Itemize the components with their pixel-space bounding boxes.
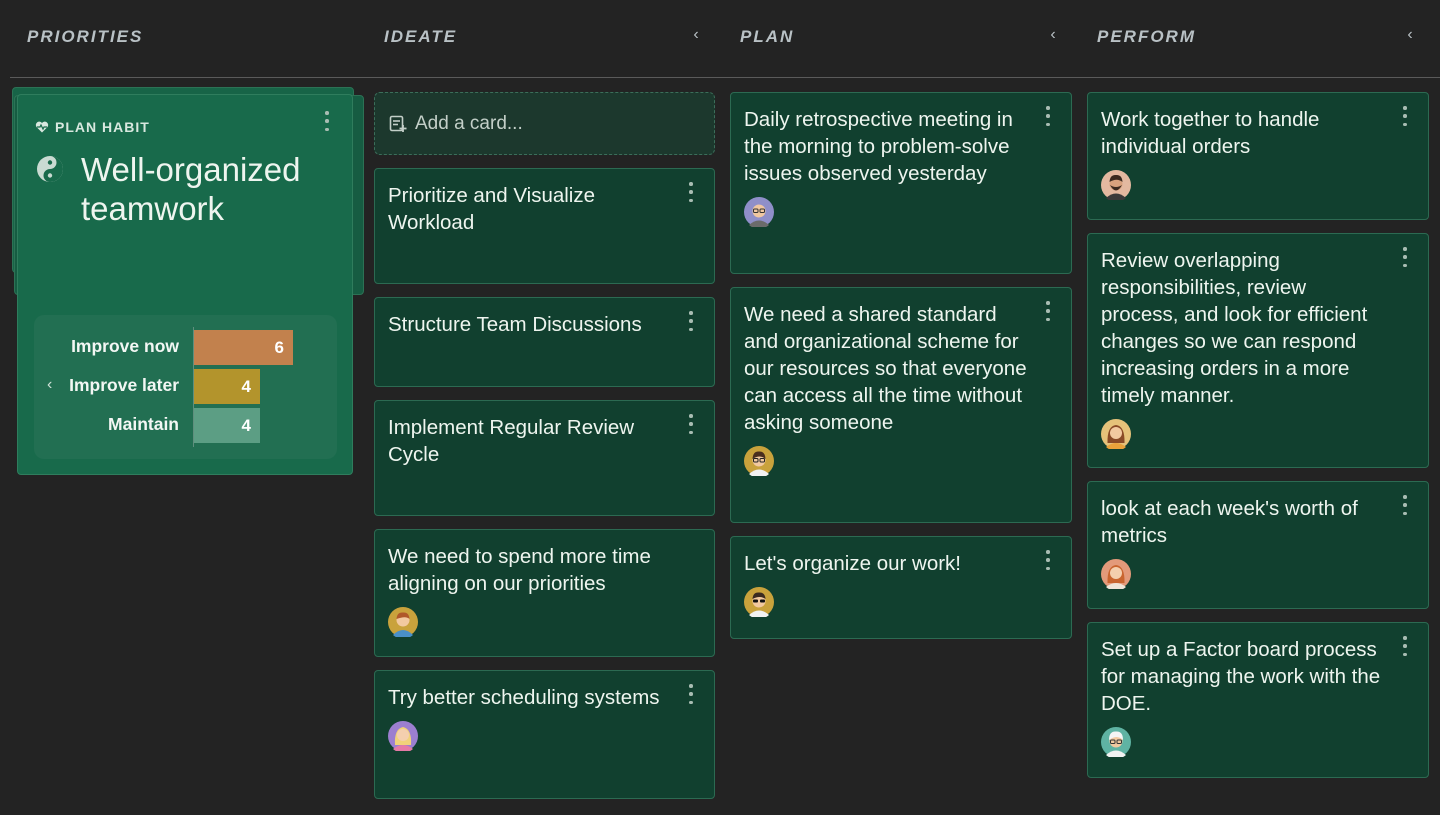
card-text: Prioritize and Visualize Workload (388, 184, 596, 234)
board-header: PRIORITIES IDEATE ‹ PLAN ‹ PERFORM ‹ (10, 0, 1440, 78)
card-text: We need to spend more time aligning on o… (388, 545, 651, 595)
avatar-man-glasses-bald-icon (744, 197, 774, 227)
habit-card[interactable]: PLAN HABIT Well-organized teamwork Impro… (17, 94, 353, 475)
heart-pulse-icon (35, 121, 49, 133)
card-text: Work together to handle individual order… (1101, 108, 1320, 158)
card-menu-kebab-icon[interactable] (1402, 247, 1408, 267)
idea-card[interactable]: Try better scheduling systems (374, 670, 715, 799)
perform-card[interactable]: look at each week's worth of metrics (1087, 481, 1429, 609)
avatar-man-beard-icon (1101, 170, 1131, 200)
card-menu-kebab-icon[interactable] (1402, 495, 1408, 515)
idea-card[interactable]: We need to spend more time aligning on o… (374, 529, 715, 657)
score-bar-improve-later: 4 (194, 369, 260, 404)
card-menu-kebab-icon[interactable] (1045, 301, 1051, 321)
plan-card[interactable]: Let's organize our work! (730, 536, 1072, 639)
avatar-man-white-hair-icon (1101, 727, 1131, 757)
card-text: look at each week's worth of metrics (1101, 497, 1358, 547)
card-text: Daily retrospective meeting in the morni… (744, 108, 1013, 185)
column-ideate: Add a card... Prioritize and Visualize W… (374, 92, 715, 812)
habit-type: PLAN HABIT (35, 119, 150, 135)
column-perform: Work together to handle individual order… (1087, 92, 1429, 791)
card-menu-kebab-icon[interactable] (688, 182, 694, 202)
column-title-plan: PLAN (740, 27, 795, 46)
add-card-icon (389, 115, 407, 132)
score-bar-improve-now: 6 (194, 330, 293, 365)
idea-card[interactable]: Structure Team Discussions (374, 297, 715, 387)
card-text: Review overlapping responsibilities, rev… (1101, 249, 1368, 407)
plan-card[interactable]: Daily retrospective meeting in the morni… (730, 92, 1072, 274)
avatar-man-glasses-dark-hair-icon (744, 446, 774, 476)
card-menu-kebab-icon[interactable] (1045, 550, 1051, 570)
perform-card[interactable]: Work together to handle individual order… (1087, 92, 1429, 220)
column-title-ideate: IDEATE (384, 27, 458, 46)
perform-card[interactable]: Set up a Factor board process for managi… (1087, 622, 1429, 778)
card-text: Set up a Factor board process for managi… (1101, 638, 1381, 715)
score-label-improve-now: Improve now (71, 336, 179, 356)
add-card-label: Add a card... (415, 112, 523, 134)
column-title-priorities: PRIORITIES (27, 27, 144, 46)
habit-menu-kebab-icon[interactable] (324, 111, 330, 131)
idea-card[interactable]: Prioritize and Visualize Workload (374, 168, 715, 284)
column-title-perform: PERFORM (1097, 27, 1196, 46)
card-menu-kebab-icon[interactable] (688, 311, 694, 331)
card-text: Structure Team Discussions (388, 313, 642, 336)
collapse-plan-chevron-left-icon[interactable]: ‹ (1046, 26, 1060, 44)
card-menu-kebab-icon[interactable] (688, 414, 694, 434)
idea-card[interactable]: Implement Regular Review Cycle (374, 400, 715, 516)
collapse-ideate-chevron-left-icon[interactable]: ‹ (689, 26, 703, 44)
score-bar-maintain: 4 (194, 408, 260, 443)
perform-card[interactable]: Review overlapping responsibilities, rev… (1087, 233, 1429, 468)
score-label-maintain: Maintain (108, 414, 179, 434)
habit-title: Well-organized teamwork (81, 151, 301, 227)
habit-type-label: PLAN HABIT (55, 119, 150, 135)
avatar-woman-red-hair-icon (1101, 559, 1131, 589)
card-text: We need a shared standard and organizati… (744, 303, 1027, 434)
card-text: Try better scheduling systems (388, 686, 660, 709)
avatar-woman-blonde-icon (388, 721, 418, 751)
habit-score-chart: Improve now Improve later Maintain ‹ 6 4… (34, 315, 337, 459)
chevron-left-icon[interactable]: ‹ (47, 376, 52, 394)
card-text: Implement Regular Review Cycle (388, 416, 635, 466)
card-menu-kebab-icon[interactable] (1402, 636, 1408, 656)
card-menu-kebab-icon[interactable] (688, 684, 694, 704)
avatar-man-orange-shirt-icon (388, 607, 418, 637)
card-menu-kebab-icon[interactable] (1402, 106, 1408, 126)
column-plan: Daily retrospective meeting in the morni… (730, 92, 1072, 652)
avatar-woman-brown-hair-icon (1101, 419, 1131, 449)
add-card-button[interactable]: Add a card... (374, 92, 715, 155)
plan-card[interactable]: We need a shared standard and organizati… (730, 287, 1072, 523)
score-label-improve-later: Improve later (69, 375, 179, 395)
avatar-man-sunglasses-icon (744, 587, 774, 617)
collapse-perform-chevron-left-icon[interactable]: ‹ (1403, 26, 1417, 44)
card-text: Let's organize our work! (744, 552, 961, 575)
yin-yang-icon (37, 156, 63, 182)
card-menu-kebab-icon[interactable] (1045, 106, 1051, 126)
